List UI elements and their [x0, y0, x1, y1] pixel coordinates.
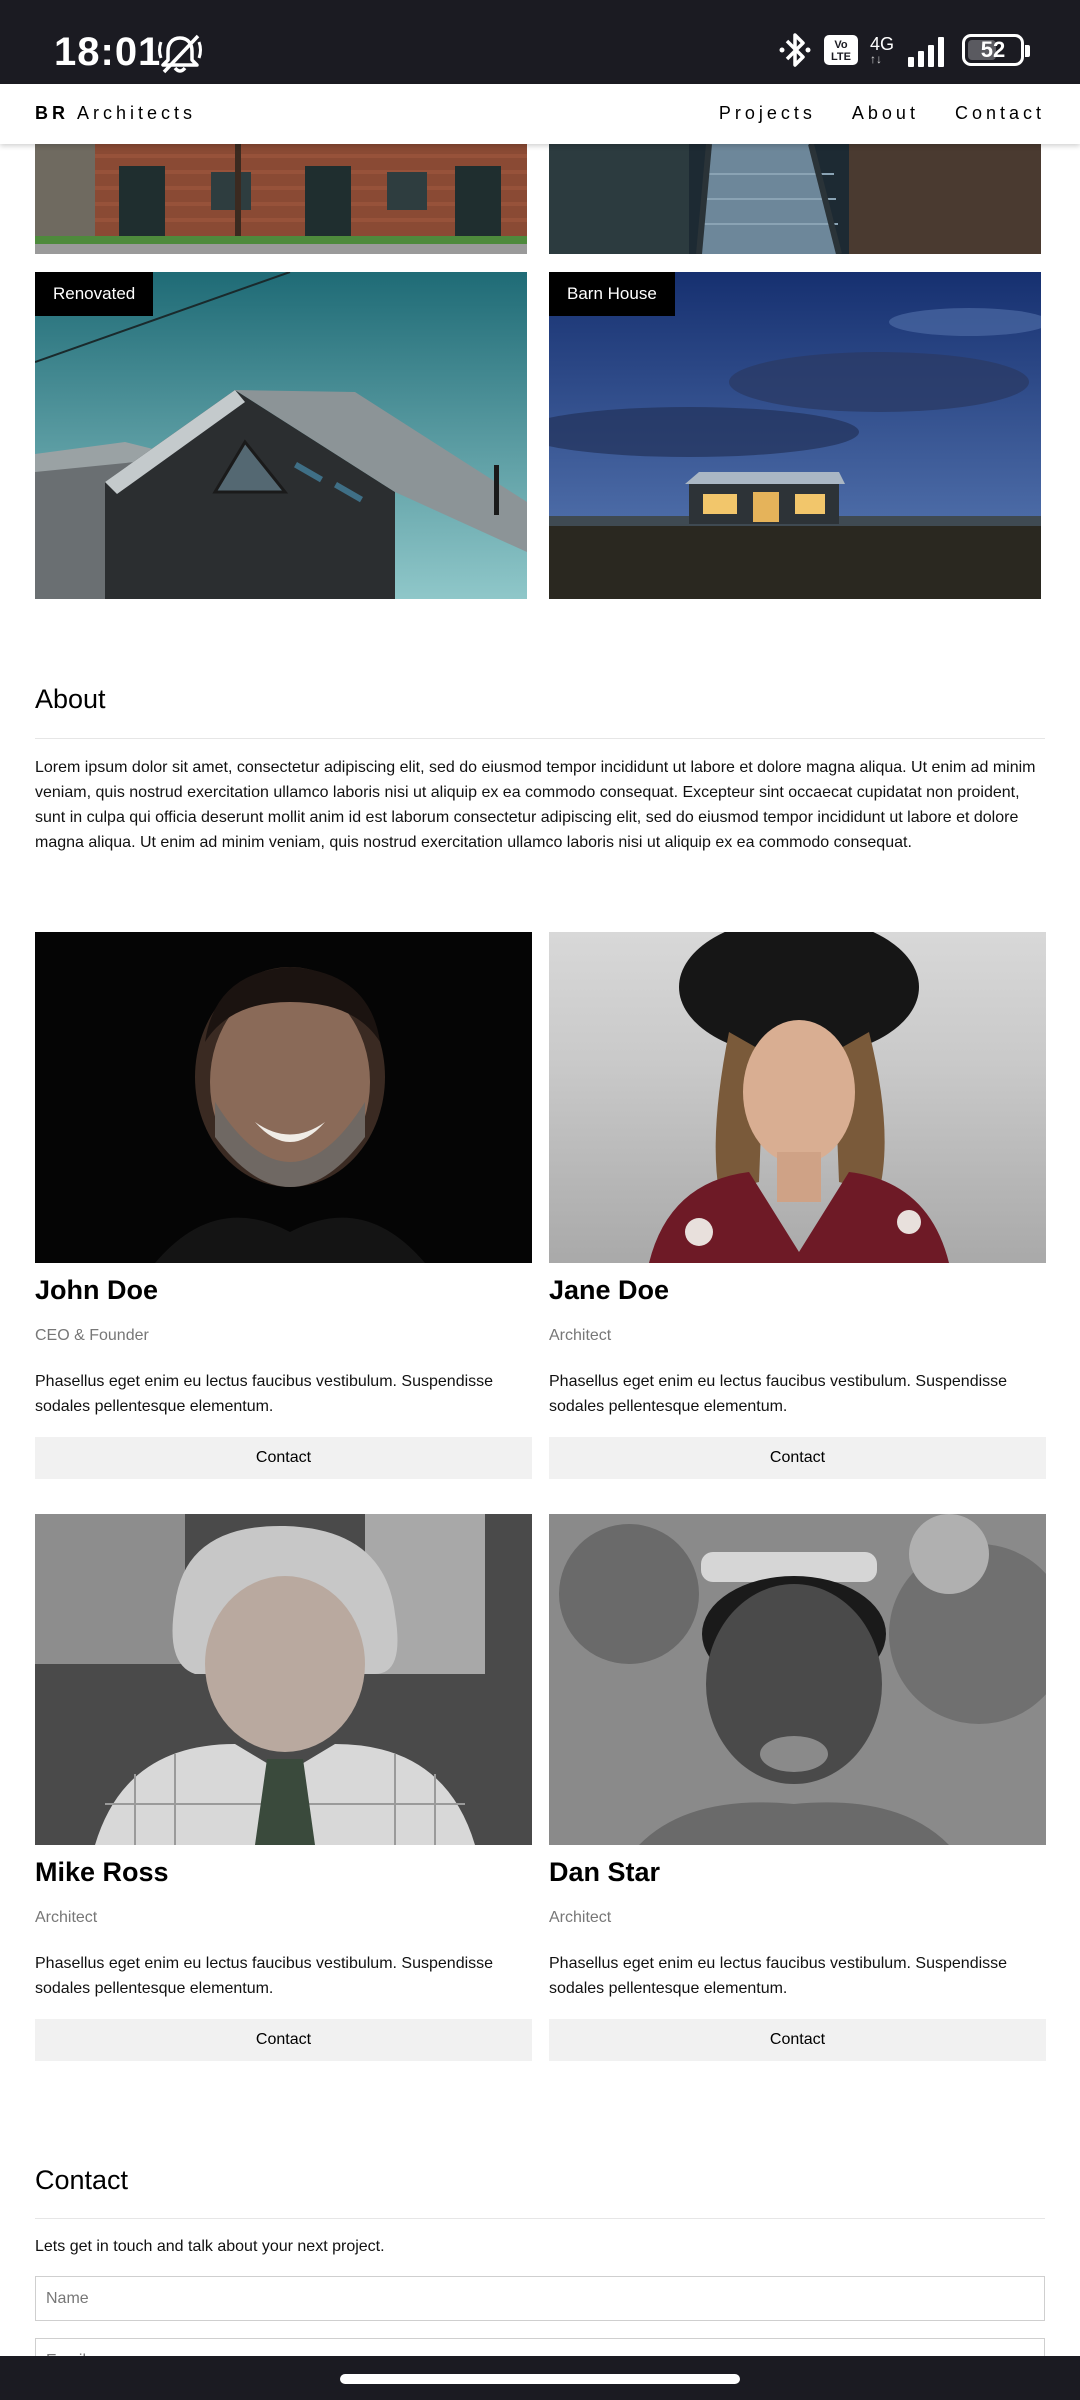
team-photo	[35, 932, 532, 1263]
about-heading: About	[35, 684, 106, 714]
team-member-role: Architect	[549, 1909, 612, 1926]
data-activity-icon: ↑↓	[869, 52, 882, 66]
project-brick-building[interactable]	[35, 144, 527, 254]
brick-building-image	[35, 144, 527, 254]
team-member-bio: Phasellus eget enim eu lectus faucibus v…	[35, 1955, 494, 1997]
team-member-bio: Phasellus eget enim eu lectus faucibus v…	[549, 1373, 1008, 1415]
nav-link-about[interactable]: About	[852, 103, 919, 124]
team-member-name: Mike Ross	[35, 1857, 169, 1887]
bluetooth-icon	[779, 33, 811, 67]
contact-button[interactable]: Contact	[549, 1437, 1046, 1479]
project-renovated[interactable]: Renovated	[35, 272, 527, 599]
nav-link-projects[interactable]: Projects	[719, 103, 816, 124]
brand-logo[interactable]: BR Architects	[35, 103, 196, 124]
nav-links: Projects About Contact	[719, 103, 1045, 124]
status-time: 18:01	[54, 30, 162, 74]
battery-icon: 52	[962, 34, 1030, 66]
divider	[35, 738, 1045, 739]
network-type: 4G ↑↓	[869, 34, 894, 66]
home-gesture-handle[interactable]	[340, 2374, 740, 2384]
signal-strength-icon	[908, 37, 944, 67]
boardwalk-image	[549, 144, 1041, 254]
bell-off-icon	[158, 34, 202, 74]
barn-house-image	[549, 272, 1041, 599]
renovated-house-image	[35, 272, 527, 599]
status-bar: 18:01 Vo LTE 4G ↑↓ 52	[0, 0, 1080, 84]
battery-level: 52	[980, 37, 1006, 62]
name-input[interactable]	[35, 2276, 1045, 2321]
team-photo	[549, 932, 1046, 1263]
team-member-role: CEO & Founder	[35, 1327, 149, 1344]
status-indicators: Vo LTE 4G ↑↓ 52	[778, 28, 1030, 72]
gesture-navigation-bar	[0, 2356, 1080, 2400]
nav-link-contact[interactable]: Contact	[955, 103, 1045, 124]
team-member-name: John Doe	[35, 1275, 159, 1305]
contact-button[interactable]: Contact	[35, 2019, 532, 2061]
project-boardwalk[interactable]	[549, 144, 1041, 254]
contact-heading: Contact	[35, 2165, 129, 2195]
team-member-name: Jane Doe	[549, 1275, 670, 1305]
contact-button[interactable]: Contact	[35, 1437, 532, 1479]
project-barn-house[interactable]: Barn House	[549, 272, 1041, 599]
about-text: Lorem ipsum dolor sit amet, consectetur …	[35, 759, 1036, 851]
team-member-name: Dan Star	[549, 1857, 661, 1887]
project-label: Barn House	[549, 272, 675, 316]
team-photo	[35, 1514, 532, 1845]
project-label: Renovated	[35, 272, 154, 316]
team-member-bio: Phasellus eget enim eu lectus faucibus v…	[549, 1955, 1008, 1997]
top-navbar: BR Architects Projects About Contact	[0, 84, 1080, 144]
contact-text: Lets get in touch and talk about your ne…	[35, 2238, 385, 2255]
divider	[35, 2218, 1045, 2219]
contact-button[interactable]: Contact	[549, 2019, 1046, 2061]
team-member-role: Architect	[35, 1909, 98, 1926]
volte-icon: Vo LTE	[823, 35, 858, 65]
team-member-role: Architect	[549, 1327, 612, 1344]
team-photo	[549, 1514, 1046, 1845]
team-member-bio: Phasellus eget enim eu lectus faucibus v…	[35, 1373, 494, 1415]
